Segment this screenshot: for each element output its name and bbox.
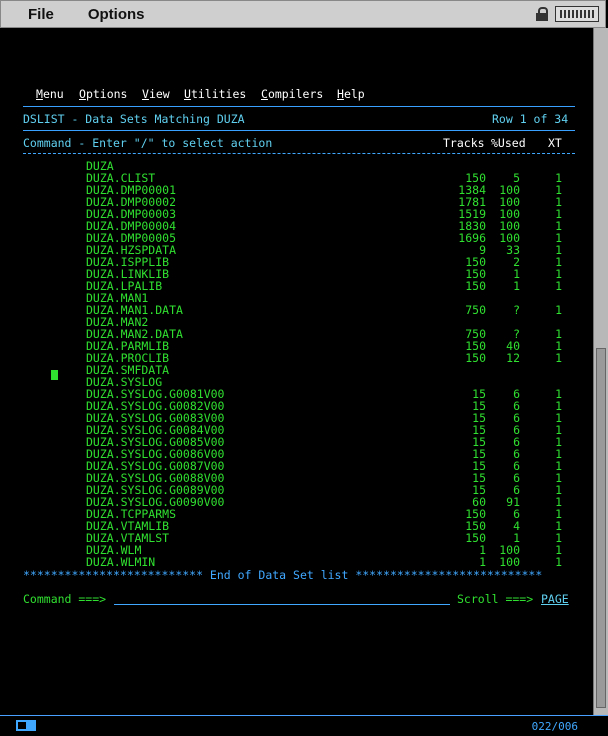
menu-view-label: iew [148, 87, 170, 101]
vertical-scrollbar[interactable] [593, 28, 608, 715]
cursor-position: 022/006 [531, 720, 578, 733]
menu-compilers-label: ompilers [267, 87, 324, 101]
text-cursor [51, 370, 58, 380]
col-used-header: %Used [491, 136, 526, 150]
scroll-amount-field[interactable]: PAGE [541, 593, 569, 605]
menu-options[interactable]: Options [79, 88, 127, 100]
lock-icon[interactable] [535, 7, 549, 21]
row-info: Row 1 of 34 [492, 112, 569, 126]
menu-options-label: ptions [85, 87, 128, 101]
menu-view-hotkey: V [142, 87, 149, 101]
menu-utilities-hotkey: U [184, 87, 191, 101]
dataset-xt: 1 [555, 555, 562, 569]
dataset-xt: 1 [555, 279, 562, 293]
dataset-used: 100 [499, 555, 520, 569]
menu-help-label: elp [343, 87, 365, 101]
menu-utilities-label: tilities [190, 87, 247, 101]
dataset-xt: 1 [555, 351, 562, 365]
dataset-tracks: 1 [479, 555, 486, 569]
dataset-used: ? [513, 303, 520, 317]
menu-compilers[interactable]: Compilers [261, 88, 323, 100]
command-input[interactable] [114, 604, 450, 605]
menu-view[interactable]: View [142, 88, 170, 100]
window-menubar: File Options [0, 0, 606, 28]
menu-help[interactable]: Help [337, 88, 365, 100]
file-menu[interactable]: File [28, 6, 54, 23]
end-of-list: ************************** End of Data S… [23, 568, 543, 582]
dataset-tracks: 750 [465, 303, 486, 317]
terminal-screen: Menu Options View Utilities Compilers Help DS… [0, 28, 593, 715]
dataset-tracks: 150 [465, 279, 486, 293]
menu-utilities[interactable]: Utilities [184, 88, 246, 100]
scroll-label: Scroll ===> [457, 592, 534, 606]
menu-compilers-hotkey: C [261, 87, 268, 101]
dataset-used: 12 [506, 351, 520, 365]
connection-icon [16, 720, 36, 731]
dataset-used: 1 [513, 279, 520, 293]
options-menu[interactable]: Options [88, 6, 145, 23]
tray [535, 6, 599, 22]
dataset-xt: 1 [555, 303, 562, 317]
instruction-text: Command - Enter "/" to select action [23, 136, 273, 150]
menu-menu-label: enu [42, 87, 64, 101]
title-separator [23, 130, 575, 131]
menu-options-hotkey: O [79, 87, 86, 101]
col-xt-header: XT [548, 136, 562, 150]
menu-help-hotkey: H [337, 87, 344, 101]
dataset-tracks: 150 [465, 351, 486, 365]
action-bar-separator [23, 106, 575, 107]
col-tracks-header: Tracks [443, 136, 485, 150]
menu-menu-hotkey: M [36, 87, 43, 101]
panel-title: DSLIST - Data Sets Matching DUZA [23, 112, 245, 126]
scrollbar-thumb[interactable] [596, 348, 606, 708]
header-separator [23, 153, 575, 154]
oia-status-bar: 022/006 [0, 715, 608, 736]
dataset-name: DUZA.WLMIN [86, 555, 156, 569]
command-label: Command ===> [23, 592, 107, 606]
keyboard-icon[interactable] [555, 6, 599, 22]
menu-menu[interactable]: Menu [36, 88, 64, 100]
